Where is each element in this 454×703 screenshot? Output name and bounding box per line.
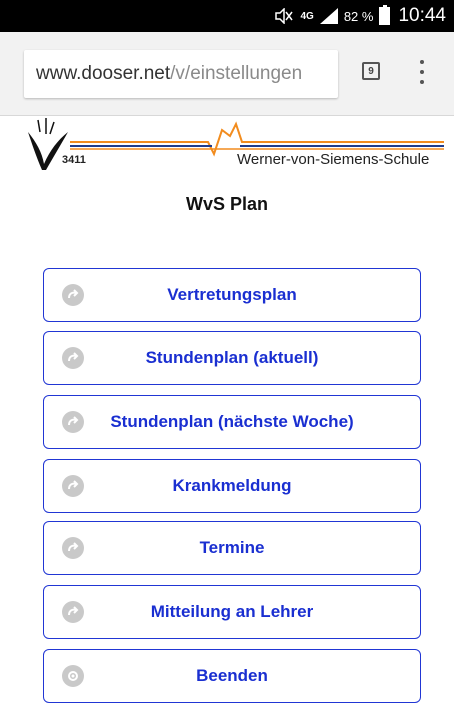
gear-icon	[62, 665, 84, 687]
stundenplan-naechste-woche-button[interactable]: Stundenplan (nächste Woche)	[43, 395, 421, 449]
tab-switcher-button[interactable]: 9	[362, 62, 380, 80]
school-number: 3411	[62, 154, 86, 166]
menu-label: Beenden	[196, 666, 268, 685]
signal-icon	[319, 8, 338, 24]
arrow-right-circle-icon	[62, 411, 84, 433]
arrow-right-circle-icon	[62, 284, 84, 306]
menu-label: Mitteilung an Lehrer	[150, 602, 314, 621]
arrow-right-circle-icon	[62, 347, 84, 369]
school-name: Werner-von-Siemens-Schule	[237, 151, 430, 168]
menu-label: Stundenplan (nächste Woche)	[110, 412, 354, 431]
menu-label: Stundenplan (aktuell)	[145, 348, 319, 367]
page-title: WvS Plan	[185, 194, 269, 214]
krankmeldung-button[interactable]: Krankmeldung	[43, 459, 421, 513]
battery-percent: 82 %	[343, 8, 374, 24]
url-host: www.dooser.net	[36, 63, 171, 84]
mitteilung-an-lehrer-button[interactable]: Mitteilung an Lehrer	[43, 585, 421, 639]
status-bar: 4G 82 % 10:44	[0, 0, 454, 32]
browser-toolbar: www.dooser.net/v/einstellungen 9	[0, 32, 454, 116]
menu-label: Vertretungsplan	[167, 285, 297, 304]
arrow-right-circle-icon	[62, 601, 84, 623]
beenden-button[interactable]: Beenden	[43, 649, 421, 703]
arrow-right-circle-icon	[62, 475, 84, 497]
arrow-right-circle-icon	[62, 537, 84, 559]
stundenplan-aktuell-button[interactable]: Stundenplan (aktuell)	[43, 331, 421, 385]
menu-label: Termine	[199, 538, 265, 557]
mute-icon	[274, 8, 294, 24]
vertretungsplan-button[interactable]: Vertretungsplan	[43, 268, 421, 322]
url-path: /v/einstellungen	[170, 63, 303, 84]
overflow-menu-icon[interactable]	[416, 60, 428, 84]
battery-icon	[379, 5, 391, 25]
school-logo-banner	[0, 116, 454, 178]
network-type-label: 4G	[300, 10, 314, 22]
termine-button[interactable]: Termine	[43, 521, 421, 575]
url-field[interactable]: www.dooser.net/v/einstellungen	[24, 50, 338, 98]
menu-label: Krankmeldung	[172, 476, 292, 495]
clock-time: 10:44	[398, 5, 446, 26]
school-logo-graphic	[28, 118, 444, 170]
